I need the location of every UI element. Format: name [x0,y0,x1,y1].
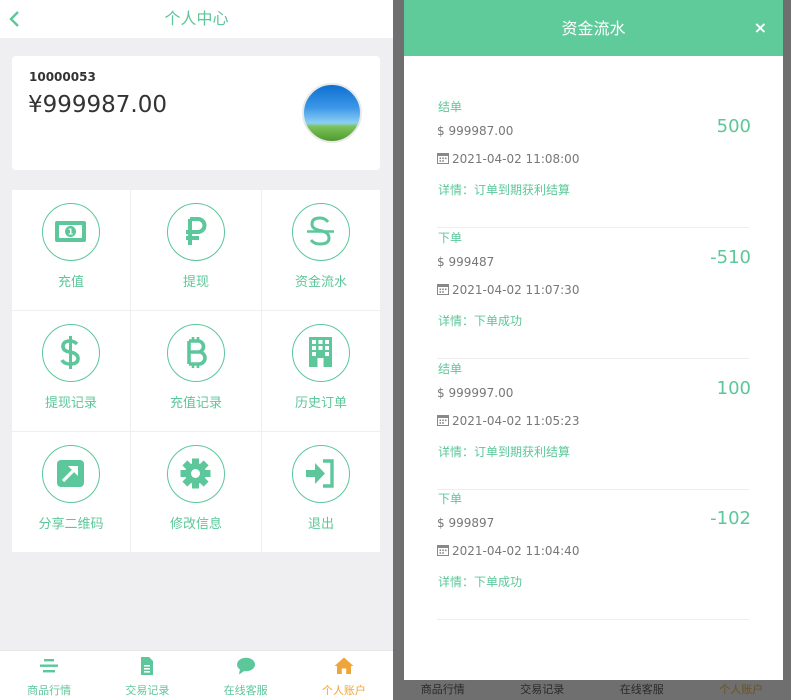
strikethrough-s-icon [307,216,334,246]
record-amount: 500 [716,116,751,137]
chat-icon [236,657,255,675]
record-detail: 详情：订单到期获利结算 [438,183,571,197]
menu-item-share-qrcode[interactable]: 分享二维码 [12,432,130,552]
record-time-text: 2021-04-02 11:04:40 [452,544,580,558]
calendar-icon [437,284,449,295]
record-detail: 详情：下单成功 [438,575,523,589]
nav-label: 在线客服 [223,684,268,697]
profile-card: 10000053 ¥999987.00 [12,56,380,170]
menu-label: 修改信息 [169,517,222,532]
gear-icon [180,458,211,489]
menu-item-recharge[interactable]: 1 充值 [12,190,130,310]
building-icon [309,337,332,367]
list-icon [40,659,59,673]
bottom-nav: 商品行情 交易记录 在线客服 个人账户 [0,650,393,700]
record-amount: -102 [710,508,751,529]
calendar-icon [437,415,449,426]
nav-item-market[interactable]: 商品行情 [0,651,98,700]
record-time: 2021-04-02 11:07:30 [437,283,579,297]
record-type: 结单 [438,100,463,114]
fund-record: 下单 $ 999487 2021-04-02 11:07:30 详情：下单成功 … [437,229,751,359]
fund-record: 结单 $ 999987.00 2021-04-02 11:08:00 详情：订单… [437,98,751,228]
menu-item-fund-flow[interactable]: 资金流水 [262,190,380,310]
record-balance: $ 999897 [437,516,495,530]
menu-label: 历史订单 [294,396,347,411]
record-time-text: 2021-04-02 11:07:30 [452,283,580,297]
record-type: 下单 [438,492,463,506]
record-amount: -510 [710,247,751,268]
nav-item-personal-account[interactable]: 个人账户 [295,651,393,700]
dimmed-nav-label: 商品行情 [420,683,465,696]
record-time-text: 2021-04-02 11:05:23 [452,414,580,428]
cash-icon: 1 [55,221,86,242]
ruble-icon [186,217,207,245]
fund-record: 结单 $ 999997.00 2021-04-02 11:05:23 详情：订单… [437,360,751,490]
menu-item-edit-info[interactable]: 修改信息 [131,432,261,552]
menu-grid: 1 充值 提现 资金流水 提现记录 充值记录 历史订单 分享二维码 修改信息 退… [12,190,380,552]
dimmed-nav-label: 在线客服 [619,683,664,696]
bitcoin-icon [187,337,207,368]
menu-item-recharge-records[interactable]: 充值记录 [131,311,261,431]
record-detail: 详情：下单成功 [438,314,523,328]
calendar-icon [437,545,449,556]
record-detail: 详情：订单到期获利结算 [438,445,571,459]
record-amount: 100 [716,378,751,399]
menu-item-logout[interactable]: 退出 [262,432,380,552]
account-id: 10000053 [29,70,96,84]
home-icon [334,657,354,674]
record-time: 2021-04-02 11:04:40 [437,544,579,558]
menu-label: 提现记录 [44,396,97,411]
menu-label: 退出 [307,517,334,532]
menu-item-withdraw-records[interactable]: 提现记录 [12,311,130,431]
modal-header: 资金流水 × [404,0,783,56]
back-chevron-icon[interactable] [7,9,23,29]
menu-label: 充值 [57,275,84,290]
dimmed-nav-label: 交易记录 [520,683,565,696]
personal-center-page: 个人中心 10000053 ¥999987.00 1 充值 提现 资金流水 提现… [0,0,393,700]
avatar[interactable] [302,83,362,143]
sign-in-icon [306,459,334,488]
close-icon[interactable]: × [754,18,767,37]
svg-text:1: 1 [68,228,74,237]
record-time: 2021-04-02 11:08:00 [437,152,579,166]
nav-item-online-service[interactable]: 在线客服 [197,651,295,700]
record-balance: $ 999487 [437,255,495,269]
nav-label: 商品行情 [27,684,72,697]
fund-record: 下单 $ 999897 2021-04-02 11:04:40 详情：下单成功 … [437,490,751,620]
page-title: 个人中心 [164,9,229,28]
record-balance: $ 999987.00 [437,124,514,138]
nav-label: 交易记录 [125,684,170,697]
menu-item-order-history[interactable]: 历史订单 [262,311,380,431]
document-icon [141,657,154,675]
dimmed-nav-label: 个人账户 [719,683,764,696]
menu-label: 充值记录 [169,396,222,411]
top-bar: 个人中心 [0,0,393,38]
modal-title: 资金流水 [561,19,626,38]
record-time: 2021-04-02 11:05:23 [437,414,579,428]
menu-item-withdraw[interactable]: 提现 [131,190,261,310]
record-balance: $ 999997.00 [437,386,514,400]
nav-label: 个人账户 [321,684,366,697]
account-balance: ¥999987.00 [28,92,168,118]
menu-label: 提现 [182,275,209,290]
calendar-icon [437,153,449,164]
fund-flow-modal: 资金流水 × 结单 $ 999987.00 2021-04-02 11:08:0… [404,0,783,680]
record-time-text: 2021-04-02 11:08:00 [452,152,580,166]
menu-label: 资金流水 [294,275,347,290]
menu-label: 分享二维码 [38,517,104,532]
dollar-icon [60,336,80,369]
dimmed-bottom-nav: 商品行情 交易记录 在线客服 个人账户 [393,680,791,700]
nav-item-trade-records[interactable]: 交易记录 [98,651,196,700]
record-type: 结单 [438,362,463,376]
share-arrow-icon [57,460,84,487]
record-type: 下单 [438,231,463,245]
